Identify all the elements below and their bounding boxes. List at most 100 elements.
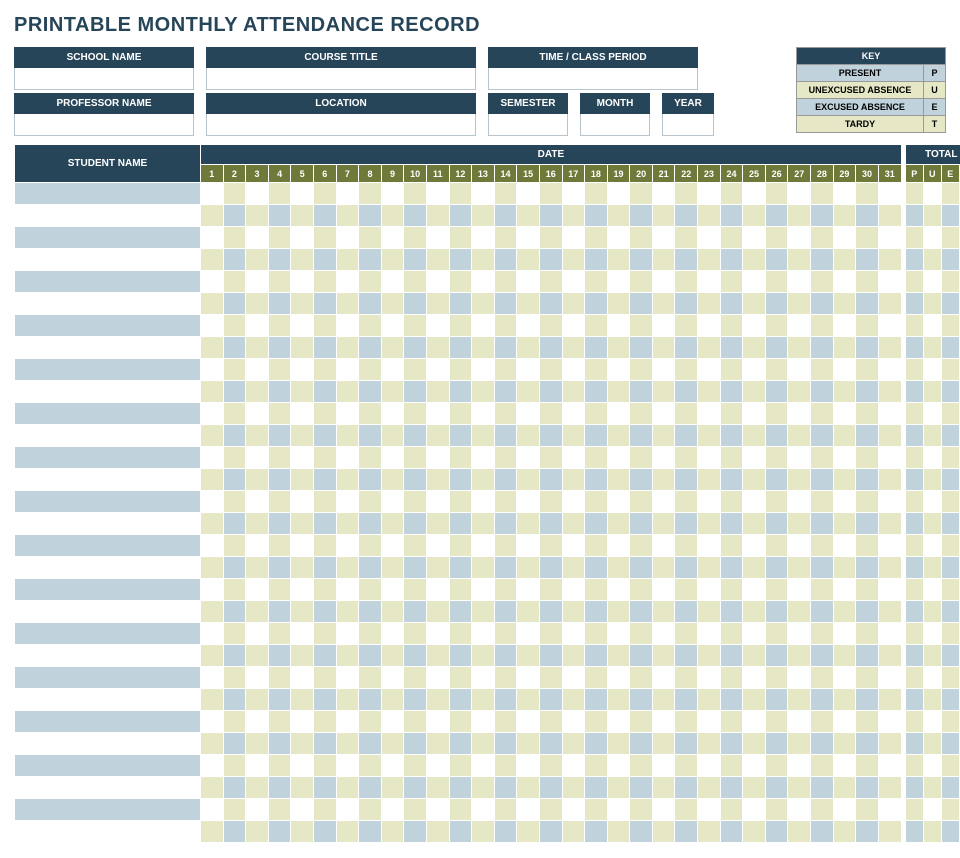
- attendance-cell[interactable]: [698, 711, 721, 733]
- attendance-cell[interactable]: [268, 645, 291, 667]
- attendance-cell[interactable]: [607, 293, 630, 315]
- attendance-cell[interactable]: [765, 777, 788, 799]
- attendance-cell[interactable]: [246, 447, 269, 469]
- attendance-cell[interactable]: [449, 447, 472, 469]
- attendance-cell[interactable]: [223, 821, 246, 843]
- attendance-cell[interactable]: [381, 293, 404, 315]
- attendance-cell[interactable]: [494, 601, 517, 623]
- attendance-cell[interactable]: [675, 755, 698, 777]
- attendance-cell[interactable]: [698, 491, 721, 513]
- attendance-cell[interactable]: [630, 447, 653, 469]
- attendance-cell[interactable]: [268, 293, 291, 315]
- attendance-cell[interactable]: [223, 777, 246, 799]
- attendance-cell[interactable]: [517, 337, 540, 359]
- attendance-cell[interactable]: [201, 293, 224, 315]
- attendance-cell[interactable]: [765, 733, 788, 755]
- attendance-cell[interactable]: [698, 315, 721, 337]
- attendance-cell[interactable]: [313, 557, 336, 579]
- attendance-cell[interactable]: [585, 733, 608, 755]
- attendance-cell[interactable]: [856, 403, 879, 425]
- attendance-cell[interactable]: [223, 645, 246, 667]
- total-cell[interactable]: [905, 205, 923, 227]
- attendance-cell[interactable]: [833, 447, 856, 469]
- attendance-cell[interactable]: [562, 271, 585, 293]
- student-name-cell[interactable]: [15, 579, 201, 601]
- attendance-cell[interactable]: [765, 667, 788, 689]
- attendance-cell[interactable]: [359, 381, 382, 403]
- attendance-cell[interactable]: [472, 359, 495, 381]
- attendance-cell[interactable]: [878, 711, 901, 733]
- attendance-cell[interactable]: [223, 381, 246, 403]
- attendance-cell[interactable]: [404, 491, 427, 513]
- attendance-cell[interactable]: [585, 667, 608, 689]
- attendance-cell[interactable]: [788, 821, 811, 843]
- attendance-cell[interactable]: [675, 315, 698, 337]
- attendance-cell[interactable]: [494, 821, 517, 843]
- attendance-cell[interactable]: [246, 403, 269, 425]
- total-cell[interactable]: [923, 557, 941, 579]
- attendance-cell[interactable]: [720, 469, 743, 491]
- attendance-cell[interactable]: [426, 447, 449, 469]
- attendance-cell[interactable]: [698, 689, 721, 711]
- attendance-cell[interactable]: [698, 645, 721, 667]
- attendance-cell[interactable]: [765, 293, 788, 315]
- total-cell[interactable]: [941, 689, 959, 711]
- attendance-cell[interactable]: [313, 755, 336, 777]
- attendance-cell[interactable]: [381, 381, 404, 403]
- attendance-cell[interactable]: [472, 513, 495, 535]
- attendance-cell[interactable]: [675, 557, 698, 579]
- attendance-cell[interactable]: [336, 557, 359, 579]
- attendance-cell[interactable]: [720, 755, 743, 777]
- attendance-cell[interactable]: [698, 425, 721, 447]
- attendance-cell[interactable]: [765, 183, 788, 205]
- attendance-cell[interactable]: [517, 821, 540, 843]
- attendance-cell[interactable]: [291, 755, 314, 777]
- attendance-cell[interactable]: [833, 755, 856, 777]
- attendance-cell[interactable]: [562, 293, 585, 315]
- attendance-cell[interactable]: [336, 491, 359, 513]
- attendance-cell[interactable]: [811, 227, 834, 249]
- attendance-cell[interactable]: [426, 227, 449, 249]
- attendance-cell[interactable]: [743, 491, 766, 513]
- attendance-cell[interactable]: [404, 447, 427, 469]
- attendance-cell[interactable]: [268, 557, 291, 579]
- attendance-cell[interactable]: [698, 623, 721, 645]
- attendance-cell[interactable]: [268, 469, 291, 491]
- attendance-cell[interactable]: [630, 601, 653, 623]
- student-name-cell[interactable]: [15, 535, 201, 557]
- attendance-cell[interactable]: [607, 403, 630, 425]
- attendance-cell[interactable]: [675, 535, 698, 557]
- attendance-cell[interactable]: [494, 689, 517, 711]
- attendance-cell[interactable]: [201, 557, 224, 579]
- total-cell[interactable]: [923, 183, 941, 205]
- attendance-cell[interactable]: [788, 315, 811, 337]
- attendance-cell[interactable]: [381, 359, 404, 381]
- attendance-cell[interactable]: [336, 381, 359, 403]
- attendance-cell[interactable]: [811, 491, 834, 513]
- attendance-cell[interactable]: [856, 799, 879, 821]
- attendance-cell[interactable]: [630, 403, 653, 425]
- total-cell[interactable]: [941, 359, 959, 381]
- attendance-cell[interactable]: [381, 227, 404, 249]
- attendance-cell[interactable]: [811, 425, 834, 447]
- attendance-cell[interactable]: [652, 777, 675, 799]
- attendance-cell[interactable]: [833, 733, 856, 755]
- attendance-cell[interactable]: [585, 403, 608, 425]
- attendance-cell[interactable]: [517, 755, 540, 777]
- attendance-cell[interactable]: [878, 821, 901, 843]
- attendance-cell[interactable]: [291, 667, 314, 689]
- attendance-cell[interactable]: [562, 689, 585, 711]
- attendance-cell[interactable]: [246, 183, 269, 205]
- attendance-cell[interactable]: [517, 381, 540, 403]
- attendance-cell[interactable]: [856, 447, 879, 469]
- attendance-cell[interactable]: [313, 403, 336, 425]
- attendance-cell[interactable]: [449, 403, 472, 425]
- attendance-cell[interactable]: [630, 557, 653, 579]
- attendance-cell[interactable]: [472, 711, 495, 733]
- attendance-cell[interactable]: [313, 205, 336, 227]
- attendance-cell[interactable]: [336, 623, 359, 645]
- attendance-cell[interactable]: [788, 799, 811, 821]
- attendance-cell[interactable]: [494, 183, 517, 205]
- total-cell[interactable]: [923, 293, 941, 315]
- attendance-cell[interactable]: [359, 359, 382, 381]
